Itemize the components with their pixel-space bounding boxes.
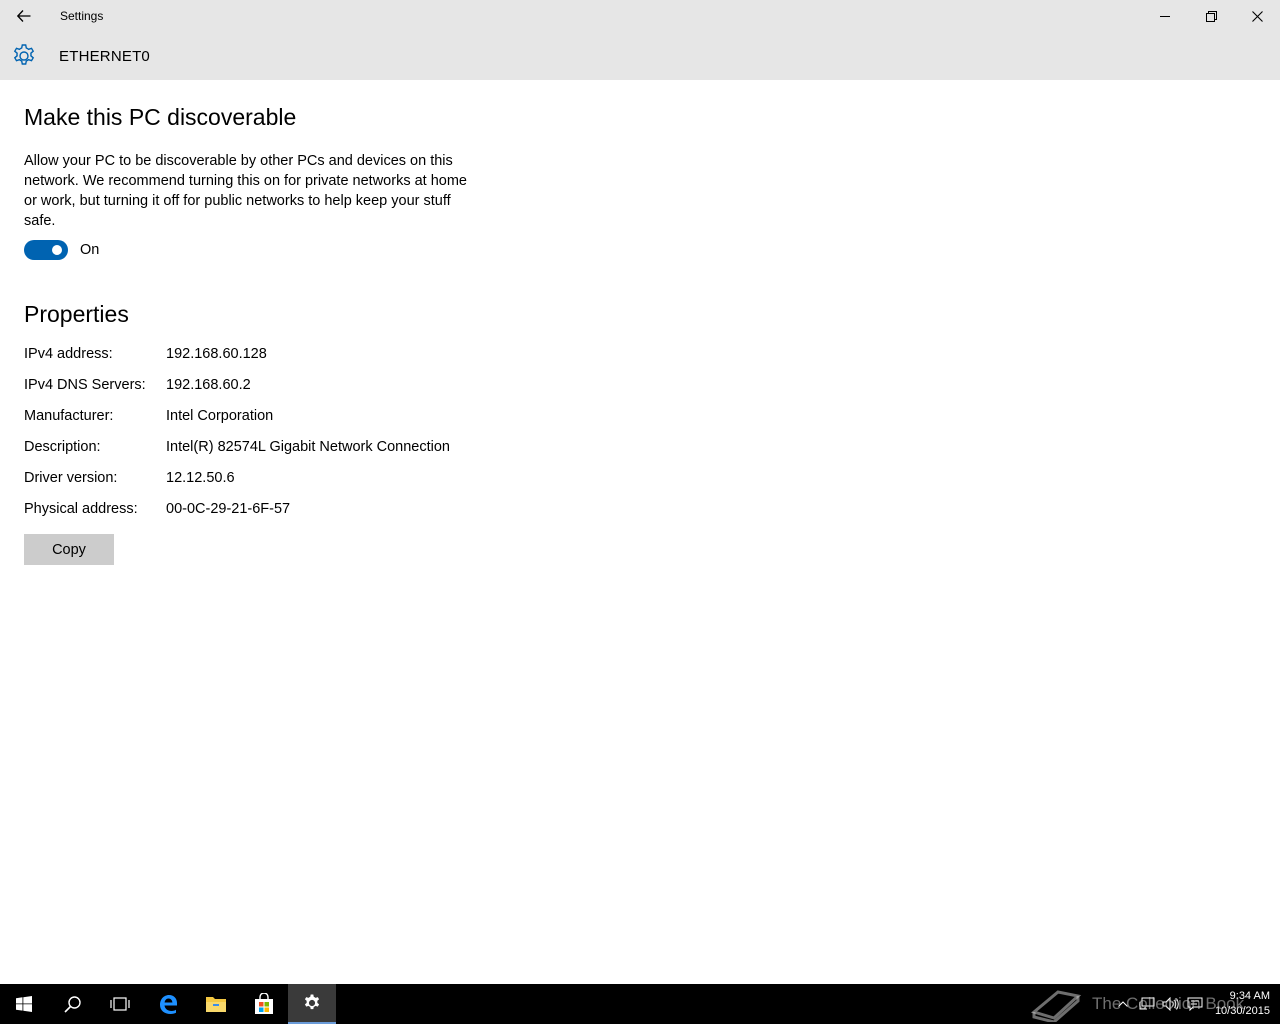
discoverable-toggle[interactable]	[24, 240, 68, 260]
properties-list: IPv4 address: 192.168.60.128 IPv4 DNS Se…	[24, 346, 484, 532]
search-button[interactable]	[48, 984, 96, 1024]
property-key: Manufacturer:	[24, 408, 114, 424]
discoverable-toggle-row: On	[24, 240, 99, 260]
action-center-button[interactable]	[1183, 984, 1207, 1024]
property-value: 12.12.50.6	[166, 470, 235, 486]
close-icon	[1251, 10, 1263, 22]
property-row-description: Description: Intel(R) 82574L Gigabit Net…	[24, 439, 484, 470]
file-explorer-button[interactable]	[192, 984, 240, 1024]
property-row-ipv4: IPv4 address: 192.168.60.128	[24, 346, 484, 377]
property-key: Description:	[24, 439, 101, 455]
network-tray-button[interactable]	[1135, 984, 1159, 1024]
property-row-physical-address: Physical address: 00-0C-29-21-6F-57	[24, 501, 484, 532]
property-value: Intel(R) 82574L Gigabit Network Connecti…	[166, 439, 450, 455]
window-controls	[1142, 0, 1280, 32]
property-value: 00-0C-29-21-6F-57	[166, 501, 291, 517]
property-key: Driver version:	[24, 470, 118, 486]
discoverable-description: Allow your PC to be discoverable by othe…	[24, 153, 467, 229]
store-icon	[255, 993, 273, 1014]
search-icon	[63, 995, 81, 1013]
clock[interactable]: 9:34 AM 10/30/2015	[1215, 989, 1270, 1019]
discoverable-heading: Make this PC discoverable	[24, 104, 297, 130]
clock-date: 10/30/2015	[1214, 1005, 1270, 1017]
properties-heading: Properties	[24, 301, 129, 327]
property-row-driver-version: Driver version: 12.12.50.6	[24, 470, 484, 501]
volume-icon	[1162, 997, 1179, 1011]
notifications-icon	[1187, 997, 1203, 1011]
back-arrow-icon	[17, 10, 31, 22]
property-key: IPv4 address:	[24, 346, 113, 362]
file-explorer-icon	[206, 997, 226, 1012]
show-hidden-icons-button[interactable]	[1111, 984, 1135, 1024]
property-key: Physical address:	[24, 501, 138, 517]
property-value: Intel Corporation	[166, 408, 274, 424]
toggle-knob	[52, 245, 62, 255]
chevron-up-icon	[1118, 1001, 1128, 1007]
start-icon	[16, 996, 32, 1012]
close-button[interactable]	[1234, 0, 1280, 32]
system-tray: 9:34 AM 10/30/2015	[1111, 984, 1280, 1024]
restore-button[interactable]	[1188, 0, 1234, 32]
network-icon	[1139, 997, 1155, 1010]
settings-gear-icon	[0, 32, 48, 80]
copy-button[interactable]: Copy	[24, 534, 114, 565]
page-title: ETHERNET0	[59, 47, 150, 65]
window-title: Settings	[60, 9, 104, 23]
task-view-icon	[110, 997, 130, 1011]
settings-window: Settings ETHERNET0 Make this PC discover…	[0, 0, 1280, 984]
property-row-manufacturer: Manufacturer: Intel Corporation	[24, 408, 484, 439]
settings-taskbar-button[interactable]	[288, 984, 336, 1024]
title-bar: Settings	[0, 0, 1280, 32]
property-row-dns: IPv4 DNS Servers: 192.168.60.2	[24, 377, 484, 408]
property-value: 192.168.60.2	[166, 377, 251, 393]
page-header: ETHERNET0	[0, 32, 1280, 80]
back-button[interactable]	[0, 0, 48, 32]
property-key: IPv4 DNS Servers:	[24, 377, 146, 393]
start-button[interactable]	[0, 984, 48, 1024]
clock-time: 9:34 AM	[1229, 990, 1270, 1002]
settings-icon	[304, 994, 320, 1010]
edge-icon	[160, 995, 177, 1014]
property-value: 192.168.60.128	[166, 346, 267, 362]
task-view-button[interactable]	[96, 984, 144, 1024]
minimize-button[interactable]	[1142, 0, 1188, 32]
taskbar: 9:34 AM 10/30/2015	[0, 984, 1280, 1024]
restore-icon	[1205, 10, 1217, 22]
store-button[interactable]	[240, 984, 288, 1024]
volume-tray-button[interactable]	[1159, 984, 1183, 1024]
edge-button[interactable]	[144, 984, 192, 1024]
minimize-icon	[1160, 16, 1170, 17]
toggle-state-label: On	[80, 242, 100, 258]
